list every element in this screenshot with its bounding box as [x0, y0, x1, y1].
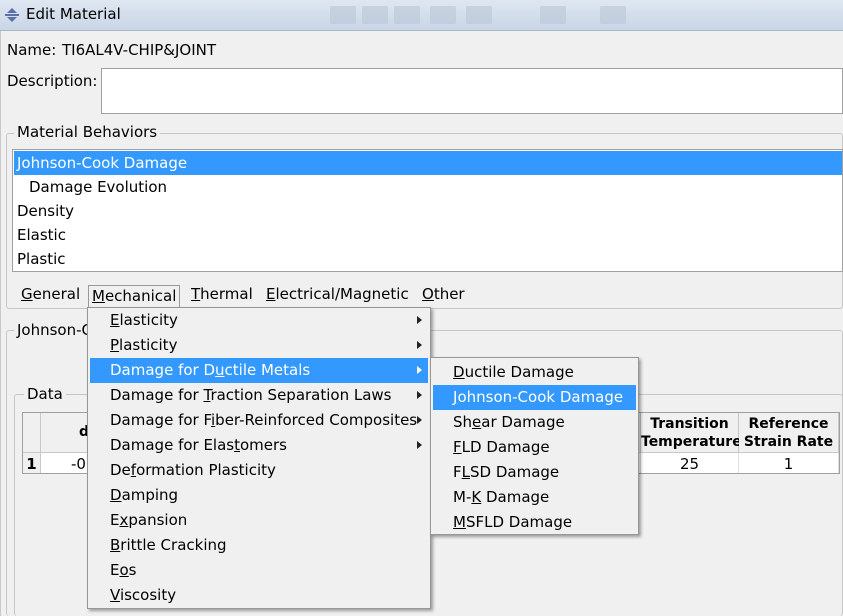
menu-item-viscosity[interactable]: Viscosity [90, 583, 428, 608]
menu-item-elasticity[interactable]: Elasticity [90, 308, 428, 333]
menu-other[interactable]: Other [419, 285, 468, 307]
menu-item-damage-elastomers[interactable]: Damage for Elastomers [90, 433, 428, 458]
menu-item-damage-fiber-reinforced[interactable]: Damage for Fiber-Reinforced Composites [90, 408, 428, 433]
submenu-arrow-icon [417, 416, 422, 424]
menu-item-plasticity[interactable]: Plasticity [90, 333, 428, 358]
submenu-item-johnson-cook-damage[interactable]: Johnson-Cook Damage [433, 385, 636, 410]
background-toolbar-icon [430, 6, 456, 24]
submenu-item-flsd-damage[interactable]: FLSD Damage [433, 460, 636, 485]
menu-item-eos[interactable]: Eos [90, 558, 428, 583]
background-toolbar-icon [466, 6, 492, 24]
description-label: Description: [7, 72, 98, 90]
column-header-reference-strain-rate[interactable]: Reference Strain Rate [739, 413, 839, 453]
submenu-arrow-icon [417, 441, 422, 449]
title-bar: Edit Material [0, 0, 843, 31]
background-toolbar-icon [394, 6, 420, 24]
menu-item-damage-ductile-metals[interactable]: Damage for Ductile Metals [90, 358, 428, 383]
menu-item-damping[interactable]: Damping [90, 483, 428, 508]
submenu-item-mk-damage[interactable]: M-K Damage [433, 485, 636, 510]
behavior-item-damage-evolution[interactable]: Damage Evolution [14, 175, 842, 199]
row-index: 1 [23, 453, 41, 473]
menu-item-brittle-cracking[interactable]: Brittle Cracking [90, 533, 428, 558]
name-value: TI6AL4V-CHIP&JOINT [62, 41, 217, 59]
submenu-arrow-icon [417, 341, 422, 349]
table-corner [23, 413, 41, 453]
behavior-editor-title: Johnson-C [14, 321, 95, 339]
data-legend: Data [24, 385, 66, 403]
behavior-item-plastic[interactable]: Plastic [14, 247, 842, 271]
background-toolbar-icon [330, 6, 356, 24]
background-toolbar-icon [540, 6, 566, 24]
menu-item-damage-traction-separation[interactable]: Damage for Traction Separation Laws [90, 383, 428, 408]
menu-electrical-magnetic[interactable]: Electrical/Magnetic [263, 285, 412, 307]
submenu-item-shear-damage[interactable]: Shear Damage [433, 410, 636, 435]
window-title: Edit Material [26, 5, 121, 23]
table-cell-reference-strain-rate[interactable]: 1 [739, 453, 839, 473]
menu-thermal[interactable]: Thermal [188, 285, 256, 307]
table-cell-transition-temperature[interactable]: 25 [641, 453, 739, 473]
submenu-arrow-icon [417, 366, 422, 374]
menu-item-deformation-plasticity[interactable]: Deformation Plasticity [90, 458, 428, 483]
behavior-item-density[interactable]: Density [14, 199, 842, 223]
column-header-transition-temperature[interactable]: Transition Temperature [641, 413, 742, 453]
material-behaviors-legend: Material Behaviors [14, 123, 161, 141]
description-field[interactable] [101, 68, 843, 114]
mechanical-menu: Elasticity Plasticity Damage for Ductile… [87, 307, 431, 609]
menu-general[interactable]: General [18, 285, 83, 307]
app-icon [5, 8, 19, 22]
submenu-arrow-icon [417, 316, 422, 324]
ductile-damage-submenu: Ductile Damage Johnson-Cook Damage Shear… [430, 357, 639, 535]
behavior-item-johnson-cook-damage[interactable]: Johnson-Cook Damage [14, 151, 842, 175]
menu-item-expansion[interactable]: Expansion [90, 508, 428, 533]
submenu-arrow-icon [417, 391, 422, 399]
submenu-item-msfld-damage[interactable]: MSFLD Damage [433, 510, 636, 535]
submenu-item-ductile-damage[interactable]: Ductile Damage [433, 360, 636, 385]
name-label: Name: [7, 41, 57, 59]
behavior-item-elastic[interactable]: Elastic [14, 223, 842, 247]
behaviors-list[interactable]: Johnson-Cook Damage Damage Evolution Den… [12, 149, 843, 272]
background-toolbar-icon [600, 6, 626, 24]
submenu-item-fld-damage[interactable]: FLD Damage [433, 435, 636, 460]
background-toolbar-icon [362, 6, 388, 24]
